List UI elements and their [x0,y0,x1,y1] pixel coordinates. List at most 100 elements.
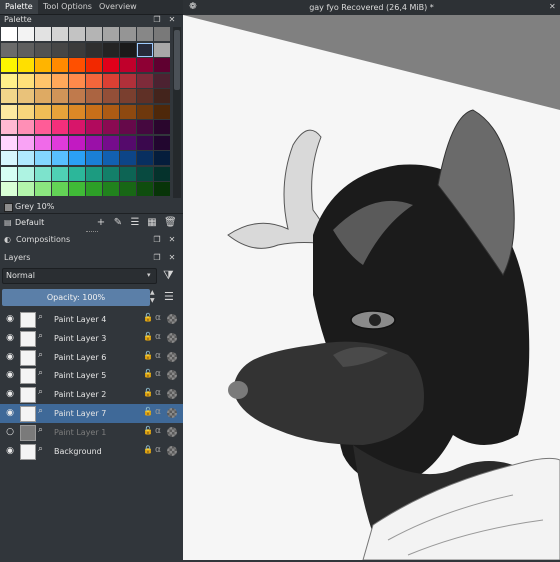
color-swatch[interactable] [103,89,119,103]
color-swatch[interactable] [120,73,136,88]
color-swatch[interactable] [35,73,51,88]
add-swatch-icon[interactable]: + [95,217,107,229]
color-swatch[interactable] [86,166,102,181]
color-swatch[interactable] [154,151,170,165]
color-swatch[interactable] [1,42,17,57]
float-icon[interactable]: ❐ [152,14,162,26]
alpha-lock-icon[interactable]: α [155,445,161,455]
inherit-alpha-icon[interactable] [167,445,177,456]
color-swatch[interactable] [103,120,119,134]
color-swatch[interactable] [35,89,51,103]
color-swatch[interactable] [86,151,102,165]
color-swatch[interactable] [18,182,34,196]
color-swatch[interactable] [52,120,68,134]
eye-icon[interactable]: ◉ [5,446,15,456]
color-swatch[interactable] [137,27,153,41]
color-swatch[interactable] [1,135,17,150]
inherit-alpha-icon[interactable] [167,332,177,343]
layers-menu-icon[interactable]: ☰ [164,290,174,303]
color-swatch[interactable] [103,73,119,88]
color-swatch[interactable] [86,89,102,103]
eye-hidden-icon[interactable]: ○ [5,427,15,437]
color-swatch[interactable] [86,135,102,150]
color-swatch[interactable] [69,42,85,57]
eye-icon[interactable]: ◉ [5,352,15,362]
color-swatch[interactable] [103,182,119,196]
color-swatch[interactable] [35,104,51,119]
color-swatch[interactable] [120,166,136,181]
color-swatch[interactable] [69,104,85,119]
canvas-viewport[interactable] [183,15,560,561]
color-swatch[interactable] [137,42,153,57]
layer-row[interactable]: ◉ ⌕ Paint Layer 2 🔓 α [0,385,183,404]
alpha-lock-icon[interactable]: α [155,369,161,379]
lock-icon[interactable]: 🔓 [143,426,153,435]
color-swatch[interactable] [35,135,51,150]
palette-settings-icon[interactable]: ☰ [129,217,141,229]
color-swatch[interactable] [86,182,102,196]
inherit-alpha-icon[interactable] [167,314,177,324]
color-swatch[interactable] [137,120,153,134]
color-swatch[interactable] [137,73,153,88]
color-swatch[interactable] [52,27,68,41]
color-swatch[interactable] [154,27,170,41]
color-swatch[interactable] [120,182,136,196]
color-swatch[interactable] [86,42,102,57]
palette-swatch-grid[interactable] [0,27,172,198]
layer-row[interactable]: ◉ ⌕ Background 🔒 α [0,442,183,461]
color-swatch[interactable] [103,135,119,150]
color-swatch[interactable] [1,89,17,103]
lock-icon[interactable]: 🔓 [143,388,153,397]
color-swatch[interactable] [52,89,68,103]
color-swatch[interactable] [103,58,119,72]
color-swatch[interactable] [120,42,136,57]
lock-icon[interactable]: 🔓 [143,369,153,378]
color-swatch[interactable] [1,151,17,165]
close-icon[interactable]: ✕ [167,14,177,26]
inherit-alpha-icon[interactable] [167,351,177,362]
color-swatch[interactable] [1,166,17,181]
layer-row[interactable]: ◉ ⌕ Paint Layer 6 🔓 α [0,348,183,367]
color-swatch[interactable] [18,135,34,150]
color-swatch[interactable] [86,27,102,41]
palette-grid-icon[interactable]: ▦ [146,217,158,229]
color-swatch[interactable] [35,42,51,57]
color-swatch[interactable] [103,27,119,41]
tab-overview[interactable]: Overview [94,0,142,14]
color-swatch[interactable] [137,104,153,119]
layer-row[interactable]: ○ ⌕ Paint Layer 1 🔓 α [0,423,183,442]
color-swatch[interactable] [52,135,68,150]
color-swatch[interactable] [120,58,136,72]
alpha-lock-icon[interactable]: α [155,332,161,342]
color-swatch[interactable] [69,135,85,150]
color-swatch[interactable] [35,182,51,196]
color-swatch[interactable] [154,42,170,57]
lock-icon[interactable]: 🔒 [143,445,153,454]
color-swatch[interactable] [154,104,170,119]
color-swatch[interactable] [120,120,136,134]
inherit-alpha-icon[interactable] [167,389,177,400]
lock-icon[interactable]: 🔓 [143,407,153,416]
color-swatch[interactable] [18,104,34,119]
float-icon[interactable]: ❐ [152,234,162,246]
color-swatch[interactable] [52,42,68,57]
color-swatch[interactable] [35,120,51,134]
color-swatch[interactable] [52,104,68,119]
color-swatch[interactable] [154,182,170,196]
color-swatch[interactable] [154,58,170,72]
color-swatch[interactable] [120,135,136,150]
color-swatch[interactable] [1,104,17,119]
alpha-lock-icon[interactable]: α [155,351,161,361]
color-swatch[interactable] [35,27,51,41]
inherit-alpha-icon[interactable] [167,370,177,381]
color-swatch[interactable] [137,151,153,165]
edit-swatch-icon[interactable]: ✎ [112,217,124,229]
color-swatch[interactable] [120,104,136,119]
palette-name[interactable]: Default [15,218,44,227]
color-swatch[interactable] [1,182,17,196]
close-icon[interactable]: ✕ [167,252,177,264]
color-swatch[interactable] [1,73,17,88]
color-swatch[interactable] [103,104,119,119]
color-swatch[interactable] [52,182,68,196]
color-swatch[interactable] [1,58,17,72]
